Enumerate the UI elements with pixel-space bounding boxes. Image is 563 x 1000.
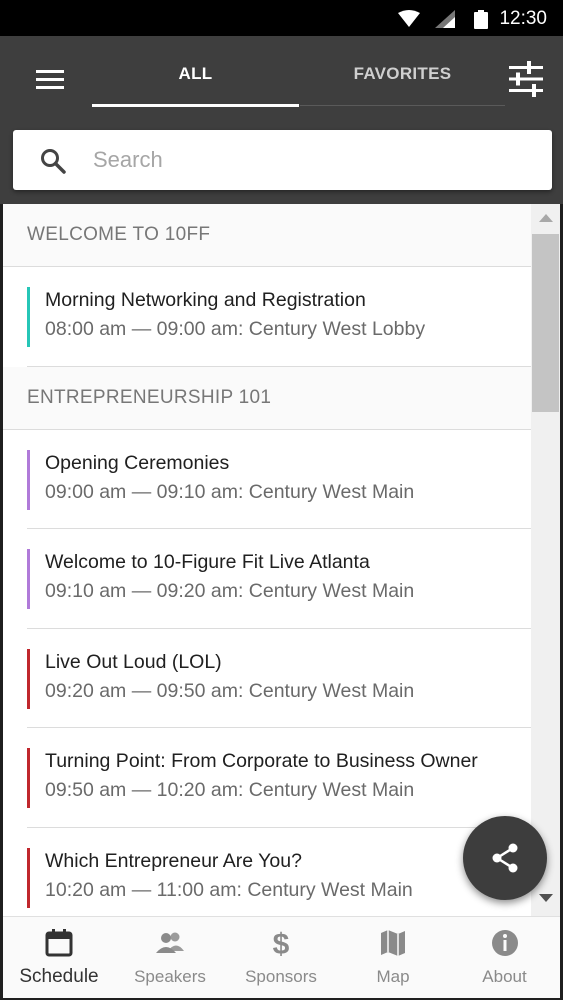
track-color-bar xyxy=(27,287,30,347)
schedule-list-container: WELCOME TO 10FF Morning Networking and R… xyxy=(3,204,560,916)
nav-label: Map xyxy=(376,967,410,986)
nav-item-about[interactable]: About xyxy=(449,917,560,999)
scrollbar[interactable] xyxy=(531,204,560,916)
tab-all-label: ALL xyxy=(178,64,213,83)
tab-favorites[interactable]: FAVORITES xyxy=(300,58,505,108)
session-title: Welcome to 10-Figure Fit Live Atlanta xyxy=(45,551,370,573)
share-icon xyxy=(492,843,518,873)
track-color-bar xyxy=(27,748,30,808)
map-icon xyxy=(381,930,405,956)
status-time: 12:30 xyxy=(499,8,547,29)
tab-all[interactable]: ALL xyxy=(92,58,299,108)
session-title: Morning Networking and Registration xyxy=(45,289,366,311)
nav-label: About xyxy=(482,967,527,986)
session-time-location: 09:00 am — 09:10 am: Century West Main xyxy=(45,480,415,503)
nav-label: Schedule xyxy=(19,966,99,987)
session-item[interactable]: Morning Networking and Registration 08:0… xyxy=(27,267,531,367)
svg-text:$: $ xyxy=(273,928,290,959)
search-icon xyxy=(41,149,66,174)
people-icon xyxy=(156,932,184,953)
dollar-icon: $ xyxy=(273,928,290,959)
nav-item-schedule[interactable]: Schedule xyxy=(3,917,115,999)
session-title: Live Out Loud (LOL) xyxy=(45,650,222,673)
menu-button[interactable] xyxy=(28,58,72,102)
filter-button[interactable] xyxy=(503,56,549,102)
sliders-filter-icon xyxy=(509,61,543,97)
session-title: Turning Point: From Corporate to Busines… xyxy=(45,750,478,772)
bottom-navigation: Schedule Speakers $ Sponsors Map About xyxy=(3,916,560,998)
app-bar: ALL FAVORITES xyxy=(0,36,563,204)
scroll-thumb[interactable] xyxy=(532,234,559,412)
calendar-icon xyxy=(45,929,73,957)
nav-label: Speakers xyxy=(134,967,206,986)
nav-item-speakers[interactable]: Speakers xyxy=(115,917,225,999)
active-tab-indicator xyxy=(92,104,299,107)
status-bar: 12:30 xyxy=(0,0,563,36)
session-time-location: 08:00 am — 09:00 am: Century West Lobby xyxy=(45,318,426,340)
search-bar[interactable] xyxy=(13,130,552,190)
share-fab-button[interactable] xyxy=(463,816,547,900)
session-item[interactable]: Live Out Loud (LOL) 09:20 am — 09:50 am:… xyxy=(27,629,531,728)
signal-icon xyxy=(435,10,455,28)
tab-favorites-label: FAVORITES xyxy=(353,64,452,83)
battery-icon xyxy=(474,10,488,29)
session-title: Which Entrepreneur Are You? xyxy=(45,849,302,872)
track-color-bar xyxy=(27,847,30,908)
scroll-up-arrow-icon[interactable] xyxy=(539,214,553,222)
nav-item-map[interactable]: Map xyxy=(337,917,449,999)
info-icon xyxy=(491,930,518,956)
track-color-bar xyxy=(27,449,30,510)
section-header: WELCOME TO 10FF xyxy=(3,204,531,267)
session-time-location: 10:20 am — 11:00 am: Century West Main xyxy=(45,878,413,901)
session-item[interactable]: Which Entrepreneur Are You? 10:20 am — 1… xyxy=(27,828,531,917)
session-time-location: 09:10 am — 09:20 am: Century West Main xyxy=(45,580,415,602)
scroll-down-arrow-icon[interactable] xyxy=(539,894,553,902)
session-time-location: 09:50 am — 10:20 am: Century West Main xyxy=(45,779,415,801)
session-item[interactable]: Opening Ceremonies 09:00 am — 09:10 am: … xyxy=(27,430,531,529)
search-input[interactable] xyxy=(93,140,533,180)
session-time-location: 09:20 am — 09:50 am: Century West Main xyxy=(45,679,415,702)
schedule-list: WELCOME TO 10FF Morning Networking and R… xyxy=(3,204,531,916)
session-item[interactable]: Turning Point: From Corporate to Busines… xyxy=(27,728,531,828)
track-color-bar xyxy=(27,648,30,709)
wifi-icon xyxy=(398,10,420,27)
track-color-bar xyxy=(27,549,30,609)
tab-divider xyxy=(300,105,505,106)
hamburger-menu-icon xyxy=(36,70,64,89)
section-header: ENTREPRENEURSHIP 101 xyxy=(3,366,531,430)
session-item[interactable]: Welcome to 10-Figure Fit Live Atlanta 09… xyxy=(27,529,531,629)
session-title: Opening Ceremonies xyxy=(45,451,230,474)
nav-item-sponsors[interactable]: $ Sponsors xyxy=(225,917,337,999)
nav-label: Sponsors xyxy=(245,967,317,986)
